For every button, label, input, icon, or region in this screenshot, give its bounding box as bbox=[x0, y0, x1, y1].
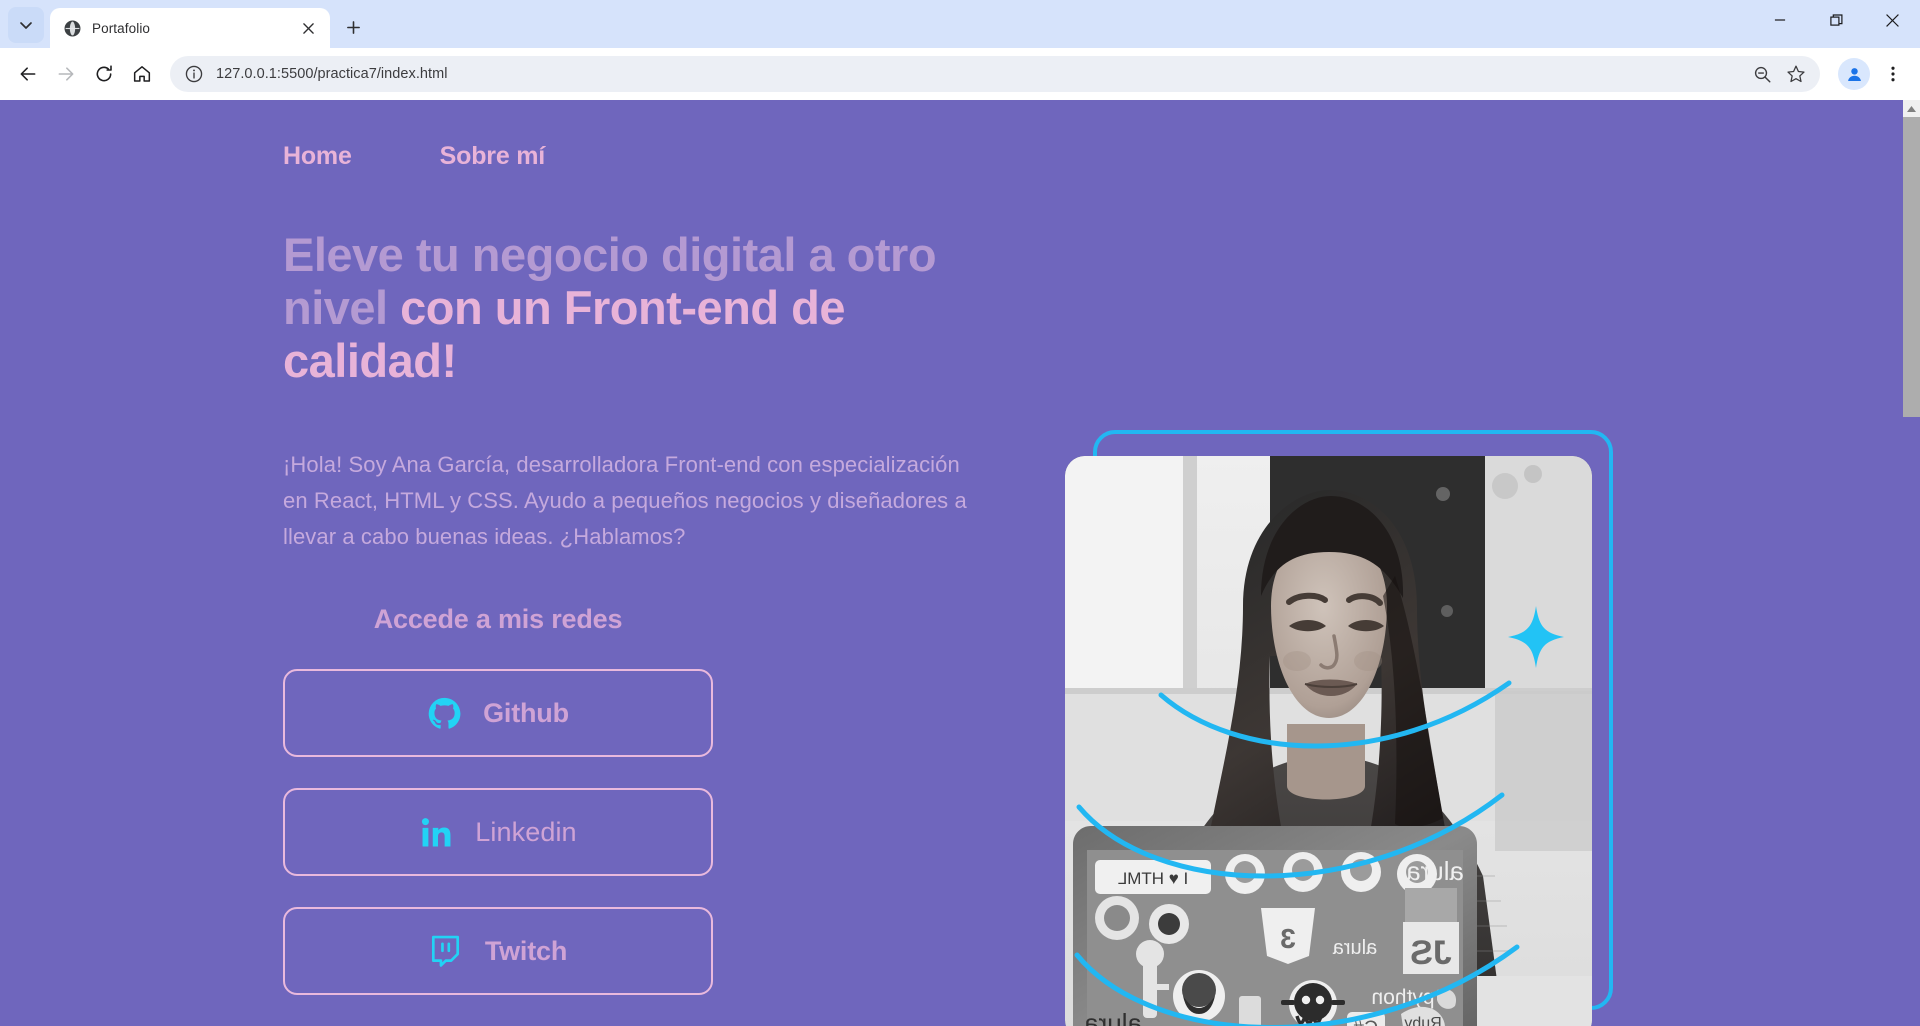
svg-text:alura: alura bbox=[1406, 856, 1464, 886]
tab-close-button[interactable] bbox=[296, 16, 320, 40]
window-restore-button[interactable] bbox=[1808, 0, 1864, 40]
profile-button[interactable] bbox=[1838, 58, 1870, 90]
close-icon bbox=[1885, 13, 1899, 27]
browser-menu-button[interactable] bbox=[1876, 57, 1910, 91]
site-info-icon[interactable] bbox=[184, 64, 204, 84]
close-icon bbox=[302, 22, 314, 34]
zoom-out-button[interactable] bbox=[1746, 58, 1778, 90]
star-icon bbox=[1787, 65, 1805, 83]
scrollbar-track[interactable] bbox=[1903, 117, 1920, 1026]
svg-text:C#: C# bbox=[1353, 1018, 1378, 1026]
address-bar-url: 127.0.0.1:5500/practica7/index.html bbox=[216, 66, 448, 82]
tab-portafolio[interactable]: Portafolio bbox=[50, 8, 330, 48]
social-button-linkedin[interactable]: Linkedin bbox=[283, 788, 713, 877]
zoom-out-icon bbox=[1754, 66, 1770, 82]
window-controls bbox=[1752, 0, 1920, 48]
hero-title: Eleve tu negocio digital a otro nivel co… bbox=[283, 228, 983, 387]
social-button-label: Twitch bbox=[484, 935, 568, 966]
browser-window: Portafolio 127.0.0.1:5500/practica7/inde… bbox=[0, 0, 1920, 1026]
social-button-label: Linkedin bbox=[475, 816, 577, 847]
home-icon bbox=[133, 66, 151, 82]
address-bar-actions bbox=[1746, 58, 1812, 90]
social-button-twitch[interactable]: Twitch bbox=[283, 907, 713, 996]
hero-photo: I ♥ HTML alura JS 3 alura python alura R… bbox=[1065, 456, 1592, 1026]
svg-text:Ruby: Ruby bbox=[1404, 1015, 1441, 1026]
hero-photo-illustration: I ♥ HTML alura JS 3 alura python alura R… bbox=[1065, 456, 1592, 1026]
restore-icon bbox=[1829, 13, 1842, 26]
arrow-right-icon bbox=[58, 67, 74, 81]
linkedin-icon bbox=[419, 815, 453, 849]
tab-search-button[interactable] bbox=[8, 7, 44, 43]
social-section-title: Accede a mis redes bbox=[373, 604, 623, 635]
social-button-label: Github bbox=[483, 697, 569, 728]
new-tab-button[interactable] bbox=[336, 10, 370, 44]
three-dots-icon bbox=[1891, 66, 1895, 82]
svg-text:3: 3 bbox=[1280, 923, 1296, 954]
globe-icon bbox=[64, 20, 81, 37]
person-icon bbox=[1847, 67, 1861, 81]
page-scrollbar[interactable] bbox=[1903, 100, 1920, 1026]
page-viewport: Home Sobre mí Eleve tu negocio digital a… bbox=[0, 100, 1920, 1026]
scrollbar-thumb[interactable] bbox=[1903, 117, 1920, 417]
hero-image-column: I ♥ HTML alura JS 3 alura python alura R… bbox=[1065, 430, 1613, 1026]
chevron-up-icon bbox=[1907, 105, 1916, 112]
tab-strip: Portafolio bbox=[0, 0, 1920, 48]
minimize-icon bbox=[1774, 19, 1786, 21]
twitch-icon bbox=[429, 934, 463, 968]
back-button[interactable] bbox=[10, 56, 46, 92]
forward-button[interactable] bbox=[48, 56, 84, 92]
reload-icon bbox=[96, 65, 112, 82]
reload-button[interactable] bbox=[86, 56, 122, 92]
svg-text:I ♥ HTML: I ♥ HTML bbox=[1118, 869, 1189, 888]
browser-toolbar: 127.0.0.1:5500/practica7/index.html bbox=[0, 48, 1920, 100]
svg-text:alura: alura bbox=[1084, 1008, 1142, 1026]
address-bar[interactable]: 127.0.0.1:5500/practica7/index.html bbox=[170, 56, 1820, 92]
home-button[interactable] bbox=[124, 56, 160, 92]
svg-text:python: python bbox=[1371, 986, 1434, 1009]
hero-paragraph: ¡Hola! Soy Ana García, desarrolladora Fr… bbox=[283, 452, 967, 549]
portfolio-page: Home Sobre mí Eleve tu negocio digital a… bbox=[0, 100, 1903, 1026]
hero-text-column: Eleve tu negocio digital a otro nivel co… bbox=[283, 228, 983, 996]
arrow-left-icon bbox=[20, 67, 36, 81]
window-minimize-button[interactable] bbox=[1752, 0, 1808, 40]
tab-title: Portafolio bbox=[92, 20, 151, 36]
window-close-button[interactable] bbox=[1864, 0, 1920, 40]
svg-text:JS: JS bbox=[1410, 934, 1452, 972]
hero-section: Eleve tu negocio digital a otro nivel co… bbox=[0, 100, 1903, 1026]
github-icon bbox=[427, 696, 461, 730]
svg-text:alura: alura bbox=[1332, 937, 1377, 959]
plus-icon bbox=[346, 20, 360, 34]
bookmark-button[interactable] bbox=[1780, 58, 1812, 90]
social-button-github[interactable]: Github bbox=[283, 669, 713, 758]
chevron-down-icon bbox=[20, 22, 32, 29]
social-links-list: Github Linkedin Twitch bbox=[283, 669, 713, 996]
scrollbar-up-button[interactable] bbox=[1903, 100, 1920, 117]
